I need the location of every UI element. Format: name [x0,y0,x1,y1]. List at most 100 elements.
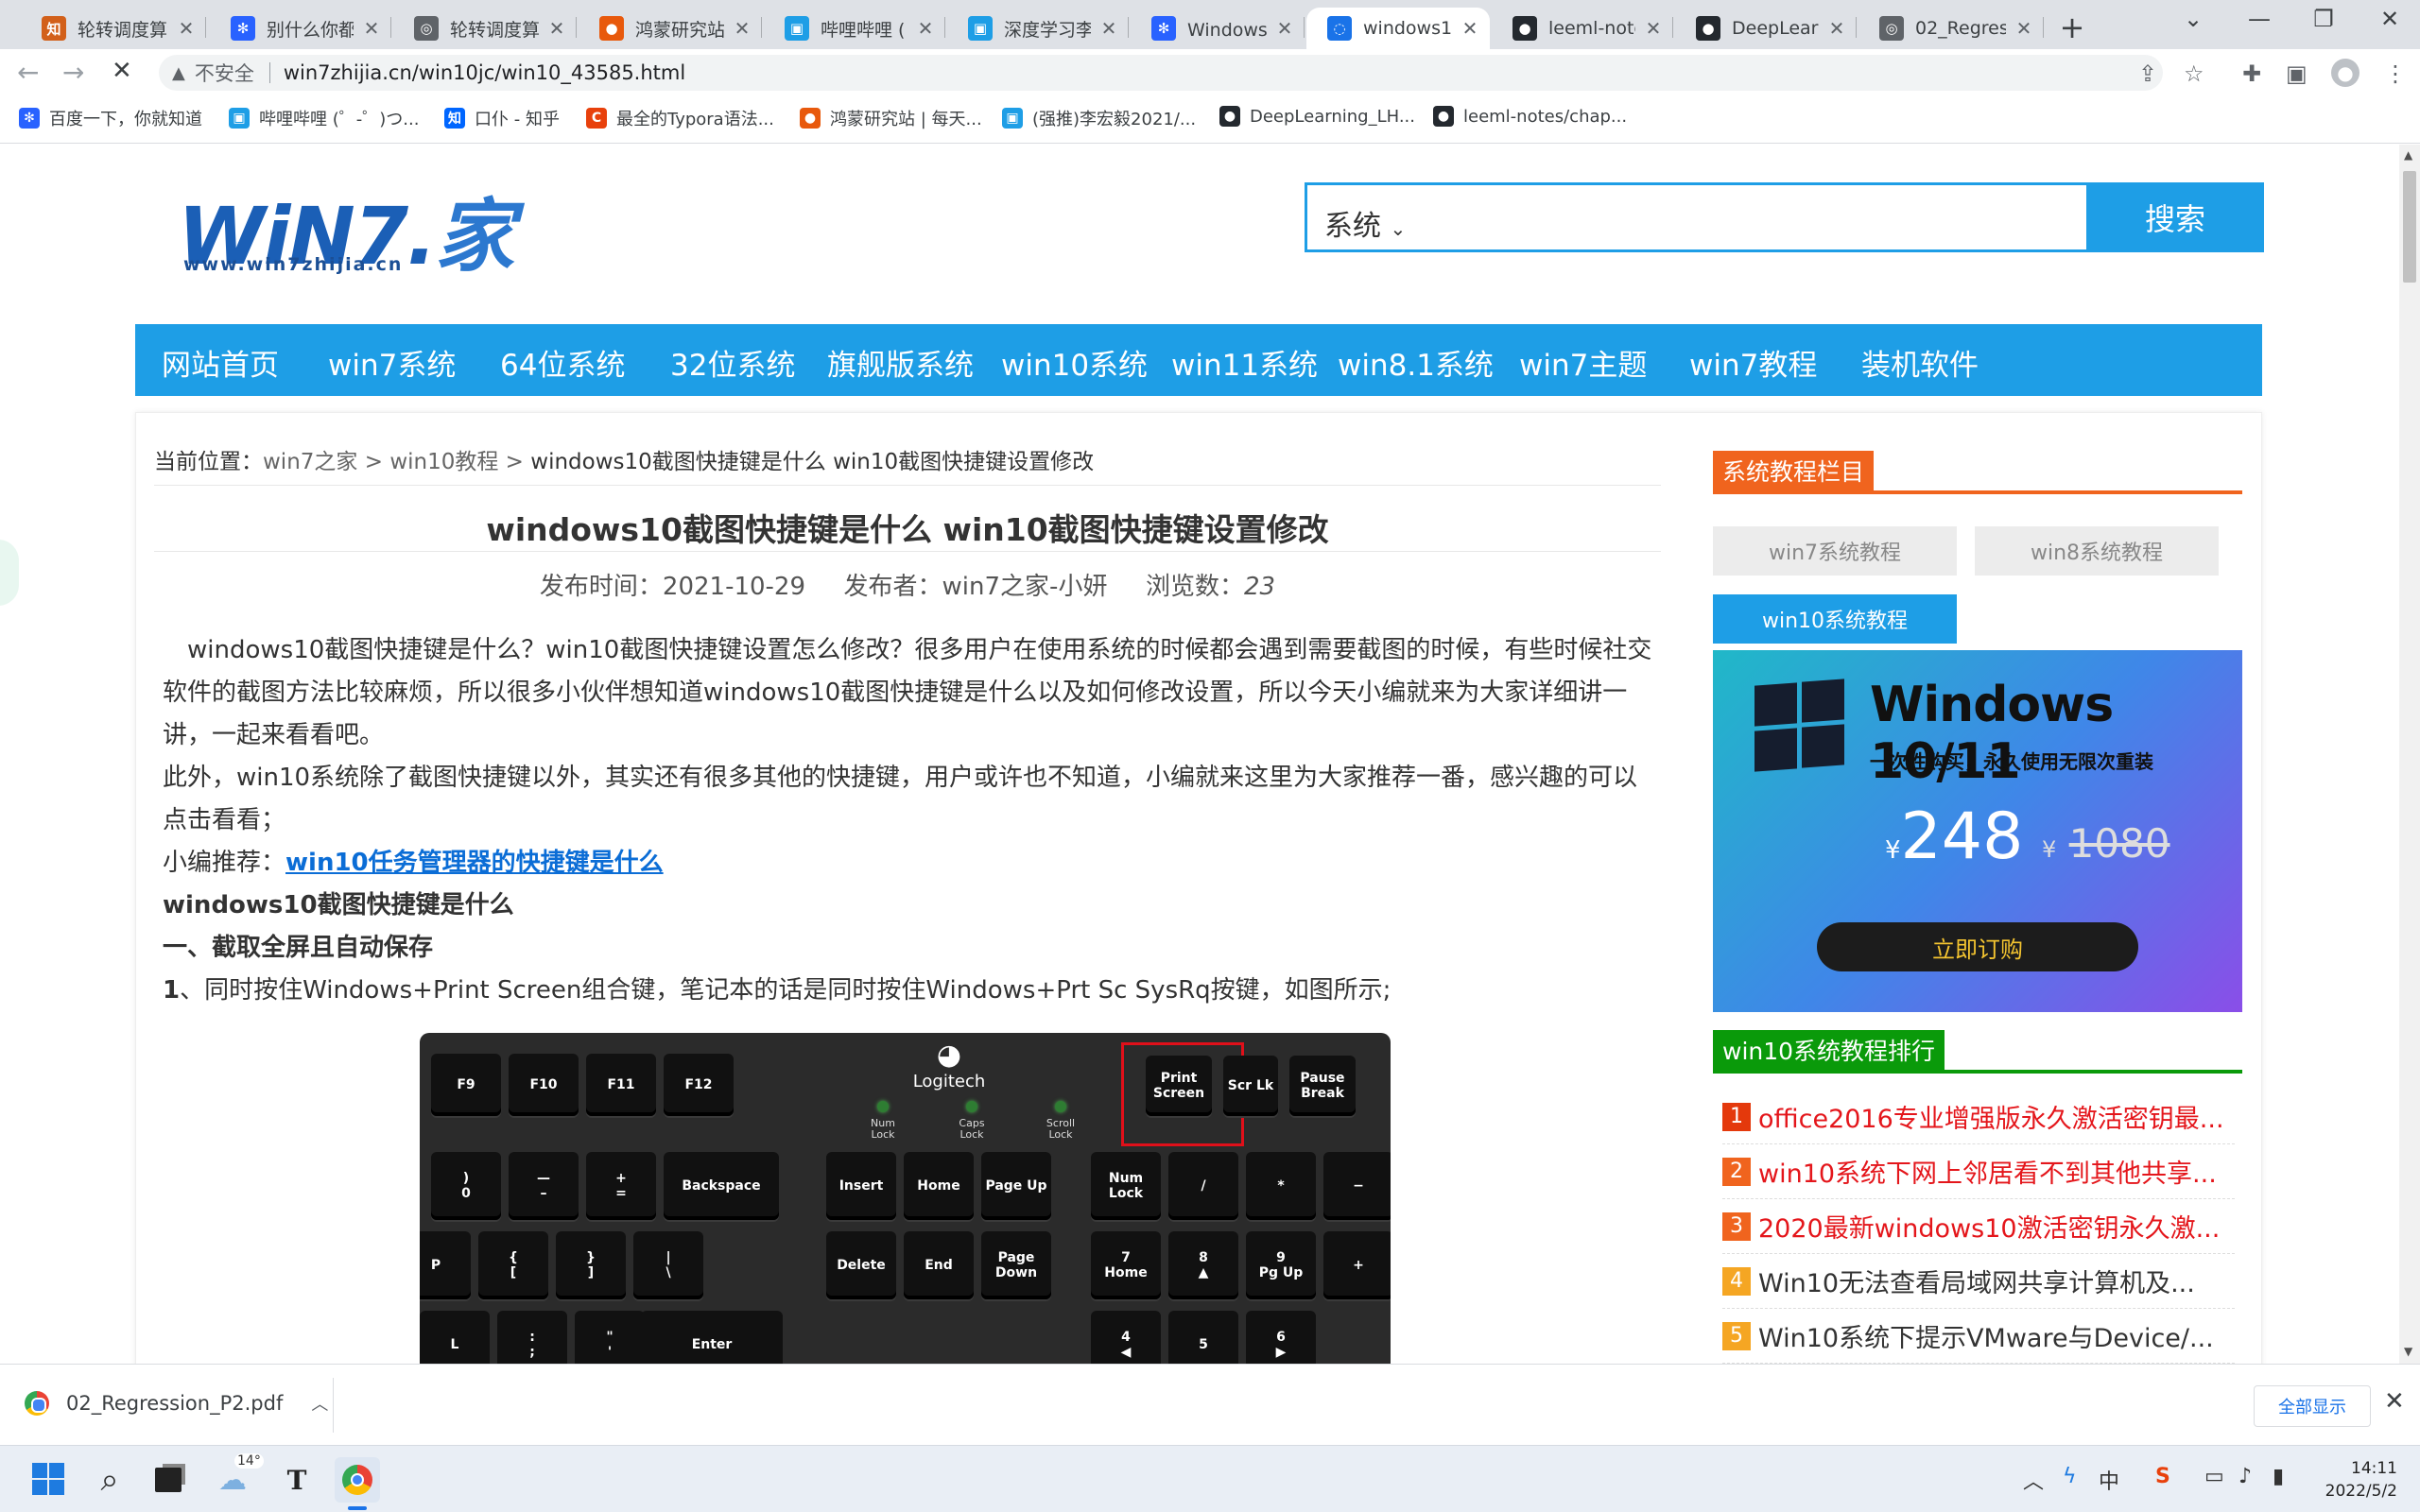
chevron-up-icon[interactable]: ︿ [311,1391,328,1416]
browser-tab[interactable]: ◎ 轮转调度算法 ✕ [393,8,577,49]
scroll-up-icon[interactable]: ▲ [2404,148,2412,162]
browser-tab[interactable]: ✻ 别什么你都想 ✕ [210,8,391,49]
more-menu-icon[interactable]: ⋮ [2384,60,2407,87]
breadcrumb-current: windows10截图快捷键是什么 win10截图快捷键设置修改 [530,450,1095,474]
recommend-link[interactable]: win10任务管理器的快捷键是什么 [285,849,664,877]
minimize-icon[interactable]: — [2231,6,2288,32]
step-number: 1 [163,976,181,1005]
bookmark-item[interactable]: ● DeepLearning_LH... [1219,106,1415,127]
bookmark-item[interactable]: ● 鸿蒙研究站 | 每天... [800,106,982,130]
volume-icon[interactable]: ♪ [2238,1465,2252,1488]
rank-item[interactable]: 5 Win10系统下提示VMware与Device/... [1722,1309,2235,1364]
tab-close-icon[interactable]: ✕ [732,17,752,40]
download-item[interactable]: 02_Regression_P2.pdf ︿ [25,1391,328,1416]
bookmark-item[interactable]: 知口仆 - 知乎 [444,106,560,130]
rank-link-text[interactable]: Win10系统下提示VMware与Device/... [1758,1317,2214,1354]
rank-section-title: win10系统教程排行 [1713,1030,1945,1070]
rank-link-text[interactable]: Win10无法查看局域网共享计算机及... [1758,1263,2195,1299]
tab-close-icon[interactable]: ✕ [176,17,197,40]
browser-tab[interactable]: ● leeml-notes ✕ [1492,8,1673,49]
rank-item[interactable]: 4 Win10无法查看局域网共享计算机及... [1722,1254,2235,1309]
forward-arrow-icon[interactable]: → [62,57,84,88]
rank-link-text[interactable]: office2016专业增强版永久激活密钥最... [1758,1098,2224,1135]
extensions-icon[interactable]: ✚ [2242,60,2261,87]
scrollbar-thumb[interactable] [2403,171,2416,283]
bookmark-label: 最全的Typora语法... [616,110,774,129]
ime-indicator[interactable]: 中 [2099,1465,2119,1495]
stop-loading-icon[interactable]: ✕ [112,57,132,85]
weather-widget[interactable]: ☁ 14° [210,1453,264,1503]
promo-price: ¥248 [1885,799,2024,874]
bookmark-label: 口仆 - 知乎 [475,110,560,129]
network-icon[interactable]: ▭ [2204,1465,2224,1488]
tab-close-icon[interactable]: ✕ [1460,17,1480,40]
sogou-ime-icon[interactable]: S [2155,1465,2170,1488]
battery-icon[interactable]: ▮ [2273,1465,2284,1488]
task-view-icon[interactable] [146,1457,191,1503]
tab-close-icon[interactable]: ✕ [1826,17,1847,40]
tab-close-icon[interactable]: ✕ [1098,17,1119,40]
new-tab-icon[interactable]: + [2053,9,2091,45]
browser-tab[interactable]: ✻ Windows截 ✕ [1131,8,1305,49]
tab-close-icon[interactable]: ✕ [2014,17,2034,40]
tab-close-icon[interactable]: ✕ [1643,17,1664,40]
system-clock[interactable]: 14:11 2022/5/2 [2303,1457,2397,1503]
start-windows-icon[interactable] [32,1463,64,1495]
browser-tab[interactable]: ▣ 深度学习李宏 ✕ [947,8,1129,49]
rank-link-text[interactable]: win10系统下网上邻居看不到其他共享... [1758,1153,2217,1190]
show-all-button[interactable]: 全部显示 [2254,1385,2371,1427]
power-bolt-icon[interactable]: ϟ [2063,1465,2077,1488]
browser-tab[interactable]: ▣ 哔哩哔哩 (✕ [764,8,945,49]
key-numpad: − [1323,1152,1391,1220]
bookmark-item[interactable]: ✻ 百度一下，你就知道 [19,106,202,130]
order-now-button[interactable]: 立即订购 [1817,922,2138,971]
sidebar-section-title: 系统教程栏目 [1713,451,1875,490]
bookmark-item[interactable]: ● leeml-notes/chap... [1433,106,1627,127]
profile-avatar-icon[interactable]: ● [2331,59,2360,87]
browser-tab[interactable]: ● 鸿蒙研究站 ✕ [579,8,762,49]
bookmark-favicon-icon: ● [1433,106,1454,127]
browser-tab[interactable]: ● DeepLearnin ✕ [1675,8,1857,49]
show-hidden-icons-icon[interactable]: ︿ [2023,1465,2044,1495]
close-icon[interactable]: ✕ [2384,1387,2405,1416]
bookmark-item[interactable]: ▣ (强推)李宏毅2021/... [1002,106,1196,130]
scroll-down-icon[interactable]: ▼ [2404,1345,2412,1358]
address-bar[interactable]: ▲ 不安全 win7zhijia.cn/win10jc/win10_43585.… [159,55,2163,91]
page-scrollbar[interactable]: ▲ ▼ [2399,145,2420,1364]
tab-search-chevron-icon[interactable]: ⌄ [2165,6,2221,32]
views-label: 浏览数： [1145,573,1244,601]
tab-close-icon[interactable]: ✕ [915,17,936,40]
browser-tab[interactable]: 知轮转调度算法 ✕ [21,8,206,49]
sidebar-tab-win8[interactable]: win8系统教程 [1975,526,2219,576]
rank-item[interactable]: 1 office2016专业增强版永久激活密钥最... [1722,1090,2235,1144]
side-panel-icon[interactable]: ▣ [2286,60,2308,87]
browser-tab[interactable]: ◎ 02_Regressi ✕ [1858,8,2044,49]
tab-close-icon[interactable]: ✕ [1274,17,1295,40]
rank-link-text[interactable]: 2020最新windows10激活密钥永久激... [1758,1208,2220,1245]
key-alpha: P [420,1231,471,1299]
bookmark-item[interactable]: ▣ 哔哩哔哩 (゜-゜)つ... [229,106,419,130]
rank-item[interactable]: 3 2020最新windows10激活密钥永久激... [1722,1199,2235,1254]
sidebar-tab-win7[interactable]: win7系统教程 [1713,526,1957,576]
back-arrow-icon[interactable]: ← [17,57,39,88]
bookmark-favicon-icon: ✻ [19,108,40,129]
article-layer: 当前位置：win7之家 > win10教程 > windows10截图快捷键是什… [0,145,2399,1364]
tab-close-icon[interactable]: ✕ [361,17,382,40]
promo-banner[interactable]: Windows 10/11 一次性购买，永久使用无限次重装 ¥248 ¥ 108… [1713,650,2242,1012]
bookmark-star-icon[interactable]: ☆ [2184,60,2204,87]
restore-icon[interactable]: ❐ [2295,6,2352,32]
tab-close-icon[interactable]: ✕ [546,17,567,40]
breadcrumb-category-link[interactable]: win10教程 [389,450,498,474]
bookmark-label: 哔哩哔哩 (゜-゜)つ... [259,110,420,129]
close-window-icon[interactable]: ✕ [2361,6,2418,32]
url-text[interactable]: win7zhijia.cn/win10jc/win10_43585.html [284,61,685,84]
share-icon[interactable]: ⇪ [2138,60,2157,87]
breadcrumb-home-link[interactable]: win7之家 [263,450,357,474]
typora-app-icon[interactable]: T [274,1457,320,1503]
search-icon[interactable]: ⌕ [87,1457,132,1503]
chrome-app-icon[interactable] [335,1457,380,1503]
browser-tab[interactable]: ◌ windows10 ✕ [1306,8,1490,49]
bookmark-item[interactable]: C 最全的Typora语法... [586,106,774,130]
rank-item[interactable]: 2 win10系统下网上邻居看不到其他共享... [1722,1144,2235,1199]
sidebar-tab-win10[interactable]: win10系统教程 [1713,594,1957,644]
